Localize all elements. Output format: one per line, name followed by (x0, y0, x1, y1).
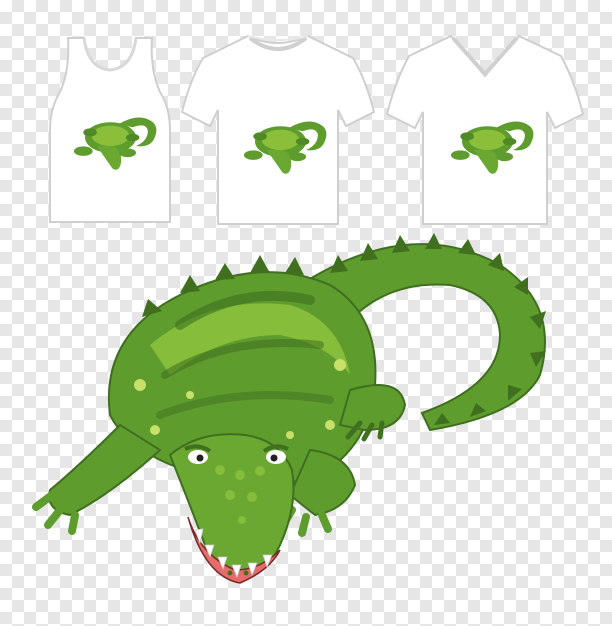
crocodile-icon (32, 233, 546, 584)
tank-top-mockup (20, 30, 200, 230)
t-shirt-icon (180, 34, 376, 225)
v-neck-shirt-mockup (385, 30, 585, 230)
v-neck-shirt-icon (385, 34, 585, 225)
t-shirt-mockup (178, 30, 376, 230)
crocodile-illustration (30, 225, 590, 605)
tank-top-icon (49, 37, 171, 223)
product-mockup-scene (0, 0, 612, 626)
